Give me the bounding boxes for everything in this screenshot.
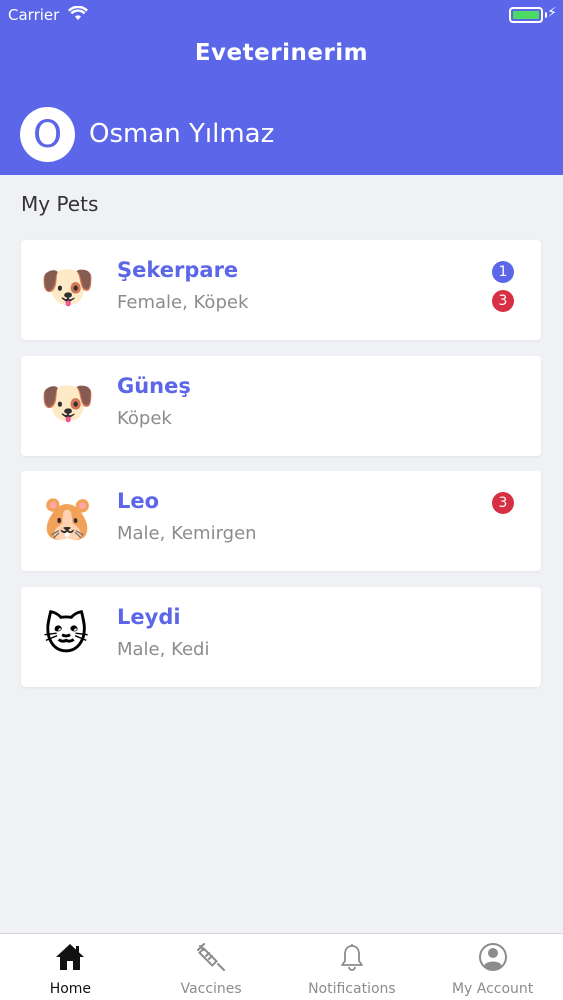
syringe-icon	[197, 943, 226, 971]
pet-card-leydi[interactable]: 🐱 Leydi Male, Kedi	[21, 587, 541, 687]
notification-count-badge: 1	[492, 261, 514, 283]
pet-description: Male, Kedi	[117, 639, 210, 660]
app-header: Carrier ⚡ Eveterinerim O Osman Yılmaz	[0, 0, 563, 175]
app-title: Eveterinerim	[194, 40, 369, 66]
hamster-face-icon: 🐹	[40, 493, 95, 544]
battery-icon	[509, 7, 543, 23]
bell-icon	[340, 944, 363, 971]
pet-description: Male, Kemirgen	[117, 523, 257, 544]
pet-description: Köpek	[117, 408, 172, 429]
wifi-icon	[68, 6, 88, 20]
status-bar: Carrier ⚡	[0, 0, 563, 30]
tab-label: Home	[49, 981, 92, 997]
pet-description: Female, Köpek	[117, 292, 249, 313]
account-icon	[478, 943, 507, 971]
dog-face-icon: 🐶	[40, 378, 95, 429]
pet-name: Leo	[117, 489, 160, 513]
tab-home[interactable]: Home	[0, 934, 141, 1000]
pet-name: Leydi	[117, 605, 181, 629]
section-title: My Pets	[21, 192, 99, 216]
pet-card-gunes[interactable]: 🐶 Güneş Köpek	[21, 356, 541, 456]
pet-card-leo[interactable]: 🐹 Leo Male, Kemirgen 3	[21, 471, 541, 571]
home-icon	[56, 944, 85, 970]
tab-vaccines[interactable]: Vaccines	[141, 934, 282, 1000]
dog-face-icon: 🐶	[40, 262, 95, 313]
pet-name: Güneş	[117, 374, 191, 398]
pet-card-sekerpare[interactable]: 🐶 Şekerpare Female, Köpek 1 3	[21, 240, 541, 340]
avatar[interactable]: O	[20, 107, 75, 162]
pet-name: Şekerpare	[117, 258, 239, 282]
tab-bar: Home Vaccines Notifications My Account	[0, 933, 563, 1000]
cat-face-icon: 🐱	[43, 609, 89, 660]
charging-icon: ⚡	[547, 5, 557, 21]
tab-label: Notifications	[308, 981, 396, 997]
carrier-label: Carrier	[8, 6, 60, 24]
alert-count-badge: 3	[492, 290, 514, 312]
tab-label: My Account	[451, 981, 534, 997]
tab-notifications[interactable]: Notifications	[282, 934, 423, 1000]
tab-label: Vaccines	[180, 981, 242, 997]
user-name[interactable]: Osman Yılmaz	[89, 119, 274, 149]
tab-my-account[interactable]: My Account	[422, 934, 563, 1000]
alert-count-badge: 3	[492, 492, 514, 514]
